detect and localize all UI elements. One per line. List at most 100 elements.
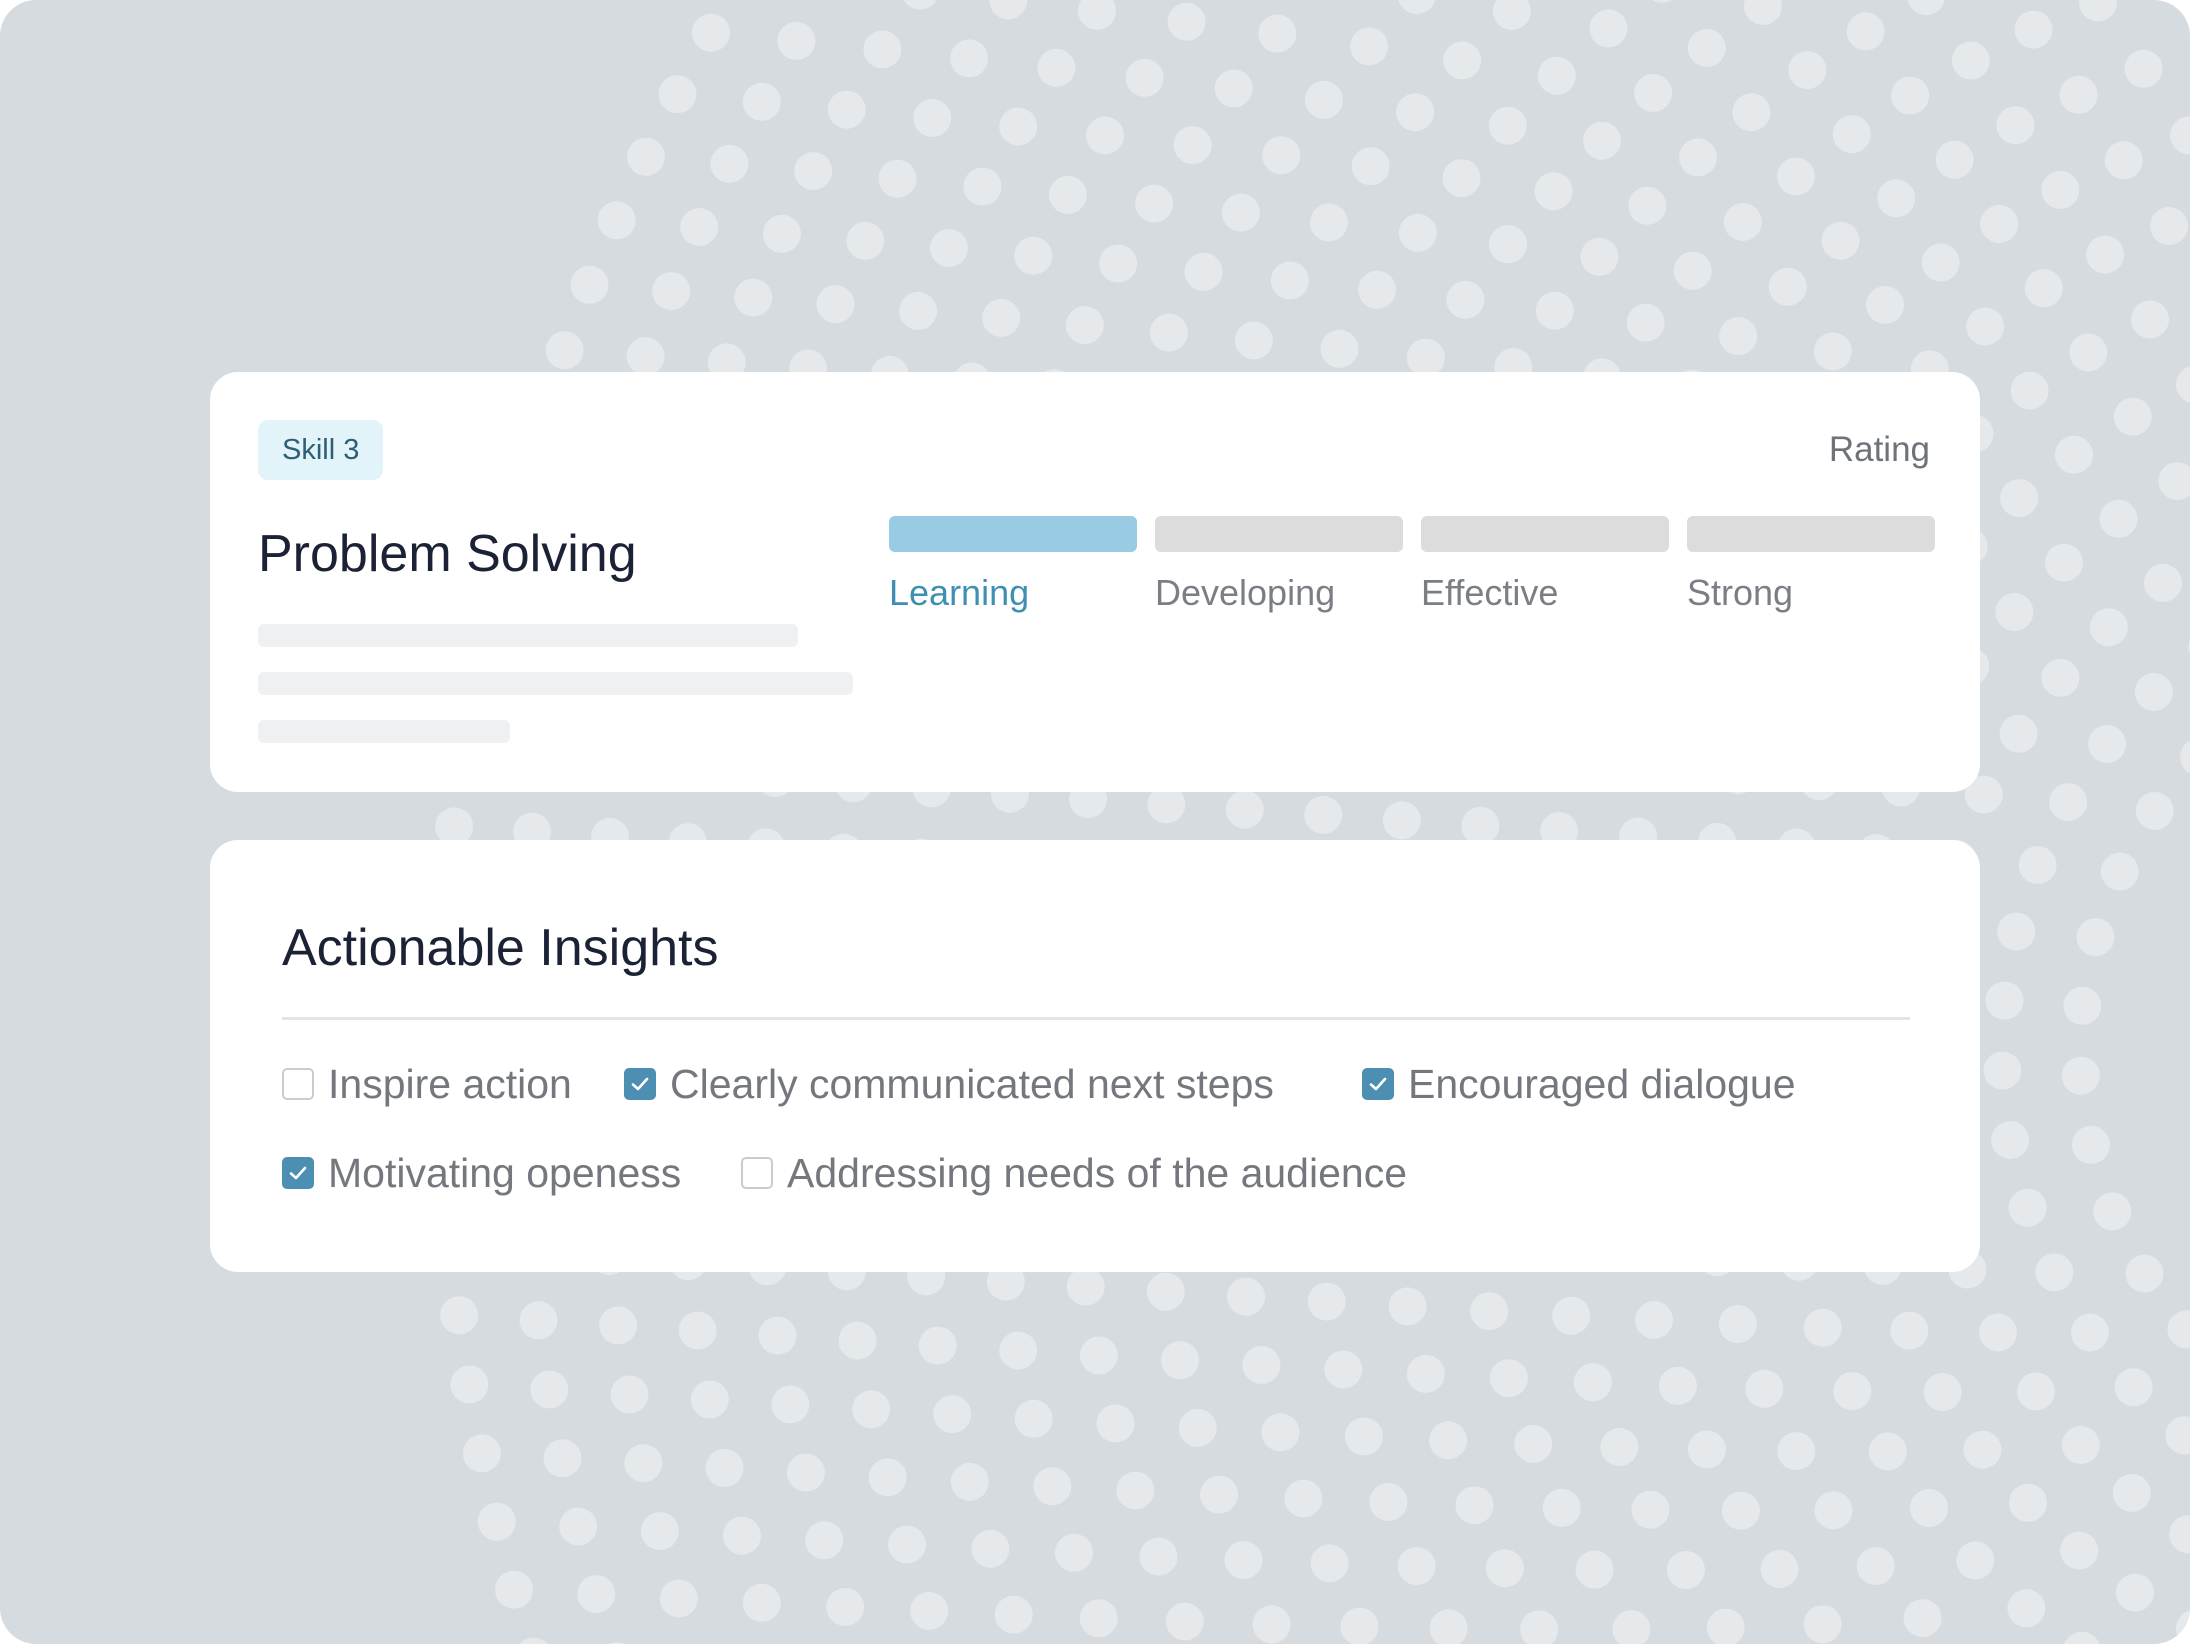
checkmark-icon	[1369, 1077, 1387, 1091]
decorative-dot	[2116, 1573, 2154, 1612]
decorative-dot	[1429, 1421, 1468, 1460]
decorative-dot	[1832, 115, 1871, 154]
decorative-dot	[2114, 1368, 2153, 1407]
insight-label: Clearly communicated next steps	[670, 1061, 1274, 1107]
decorative-dot	[1078, 0, 1116, 30]
decorative-dot	[1890, 1311, 1929, 1350]
decorative-dot	[1956, 1541, 1995, 1580]
decorative-dot	[950, 39, 989, 78]
decorative-dot	[1535, 291, 1574, 330]
decorative-dot	[2035, 1253, 2074, 1292]
decorative-dot	[742, 82, 781, 121]
checkbox-checked-icon[interactable]	[1362, 1068, 1394, 1100]
decorative-dot	[1227, 1277, 1265, 1316]
insight-checkbox-next-steps[interactable]: Clearly communicated next steps	[624, 1059, 1274, 1109]
decorative-dot	[852, 1390, 891, 1429]
decorative-dot	[1079, 1336, 1118, 1375]
decorative-dot	[2041, 658, 2080, 697]
decorative-dot	[913, 98, 952, 137]
decorative-dot	[2017, 1372, 2055, 1411]
decorative-dot	[1398, 213, 1437, 252]
decorative-dot	[1173, 126, 1212, 165]
decorative-dot	[1397, 1547, 1436, 1586]
decorative-dot	[1489, 1359, 1528, 1398]
rating-segment-developing[interactable]	[1155, 516, 1403, 552]
rating-segment-learning[interactable]	[889, 516, 1137, 552]
decorative-dot	[1262, 136, 1301, 175]
decorative-dot	[2150, 207, 2188, 245]
decorative-dot	[1963, 1430, 2002, 1469]
decorative-dot	[2018, 846, 2057, 884]
decorative-dot	[1999, 714, 2038, 753]
decorative-dot	[1600, 1428, 1639, 1466]
decorative-dot	[1304, 796, 1343, 834]
decorative-dot	[559, 1507, 598, 1546]
decorative-dot	[1652, 0, 1673, 3]
decorative-dot	[1635, 1301, 1673, 1339]
decorative-dot	[710, 144, 749, 183]
decorative-dot	[1666, 1551, 1705, 1589]
decorative-dot	[1488, 106, 1527, 145]
insight-checkbox-inspire-action[interactable]: Inspire action	[282, 1059, 572, 1109]
rating-segment-strong[interactable]	[1687, 516, 1935, 552]
decorative-dot	[1589, 9, 1628, 48]
decorative-dot	[626, 337, 665, 376]
decorative-dot	[2135, 792, 2174, 830]
decorative-dot	[1340, 1607, 1379, 1644]
decorative-dot	[1125, 58, 1164, 97]
decorative-dot	[771, 1385, 810, 1424]
decorative-dot	[1178, 1408, 1217, 1447]
checkbox-unchecked-icon[interactable]	[741, 1157, 773, 1189]
decorative-dot	[2089, 608, 2128, 647]
decorative-dot	[950, 1462, 989, 1501]
checkbox-checked-icon[interactable]	[282, 1157, 314, 1189]
decorative-dot	[2125, 1254, 2164, 1293]
decorative-dot	[1388, 1287, 1427, 1326]
insight-checkbox-openess[interactable]: Motivating openess	[282, 1148, 681, 1198]
decorative-dot	[2060, 1531, 2099, 1570]
decorative-dot	[1980, 205, 2019, 243]
decorative-dot	[692, 13, 730, 52]
decorative-dot	[918, 1326, 957, 1365]
decorative-dot	[930, 229, 968, 268]
checkbox-checked-icon[interactable]	[624, 1068, 656, 1100]
decorative-dot	[1146, 1272, 1185, 1311]
decorative-dot	[1760, 1550, 1799, 1588]
rating-level-strong[interactable]: Strong	[1687, 570, 1793, 616]
decorative-dot	[1923, 1373, 1962, 1412]
decorative-dot	[1037, 48, 1076, 87]
checkmark-icon	[631, 1077, 649, 1091]
rating-level-developing[interactable]: Developing	[1155, 570, 1335, 616]
rating-level-effective[interactable]: Effective	[1421, 570, 1558, 616]
decorative-dot	[899, 291, 938, 330]
insight-checkbox-dialogue[interactable]: Encouraged dialogue	[1362, 1059, 1796, 1109]
decorative-dot	[1150, 313, 1188, 352]
decorative-dot	[2041, 170, 2080, 209]
decorative-dot	[1443, 41, 1482, 80]
decorative-dot	[2093, 1192, 2132, 1231]
decorative-dot	[826, 1588, 865, 1626]
decorative-dot-pattern	[423, 0, 2190, 1644]
rating-level-learning[interactable]: Learning	[889, 570, 1029, 616]
decorative-dot	[1382, 801, 1421, 840]
insight-checkbox-audience-needs[interactable]: Addressing needs of the audience	[741, 1148, 1407, 1198]
decorative-dot	[2049, 783, 2088, 822]
decorative-dot	[2113, 397, 2152, 436]
decorative-dot	[838, 1321, 877, 1360]
decorative-dot	[1398, 0, 1436, 15]
decorative-dot	[2170, 116, 2190, 155]
decorative-dot	[1079, 1599, 1118, 1638]
rating-segment-effective[interactable]	[1421, 516, 1669, 552]
decorative-dot	[1995, 593, 2034, 631]
decorative-dot	[1396, 93, 1435, 132]
checkbox-unchecked-icon[interactable]	[282, 1068, 314, 1100]
decorative-dot	[2059, 75, 2098, 114]
decorative-dot	[1234, 321, 1273, 360]
decorative-dot	[1165, 1602, 1204, 1641]
decorative-dot	[1813, 332, 1852, 371]
decorative-dot	[440, 1296, 479, 1335]
decorative-dot	[1997, 912, 2036, 951]
decorative-dot	[2044, 543, 2083, 582]
decorative-dot	[1167, 2, 1206, 41]
decorative-dot	[2009, 1483, 2047, 1522]
